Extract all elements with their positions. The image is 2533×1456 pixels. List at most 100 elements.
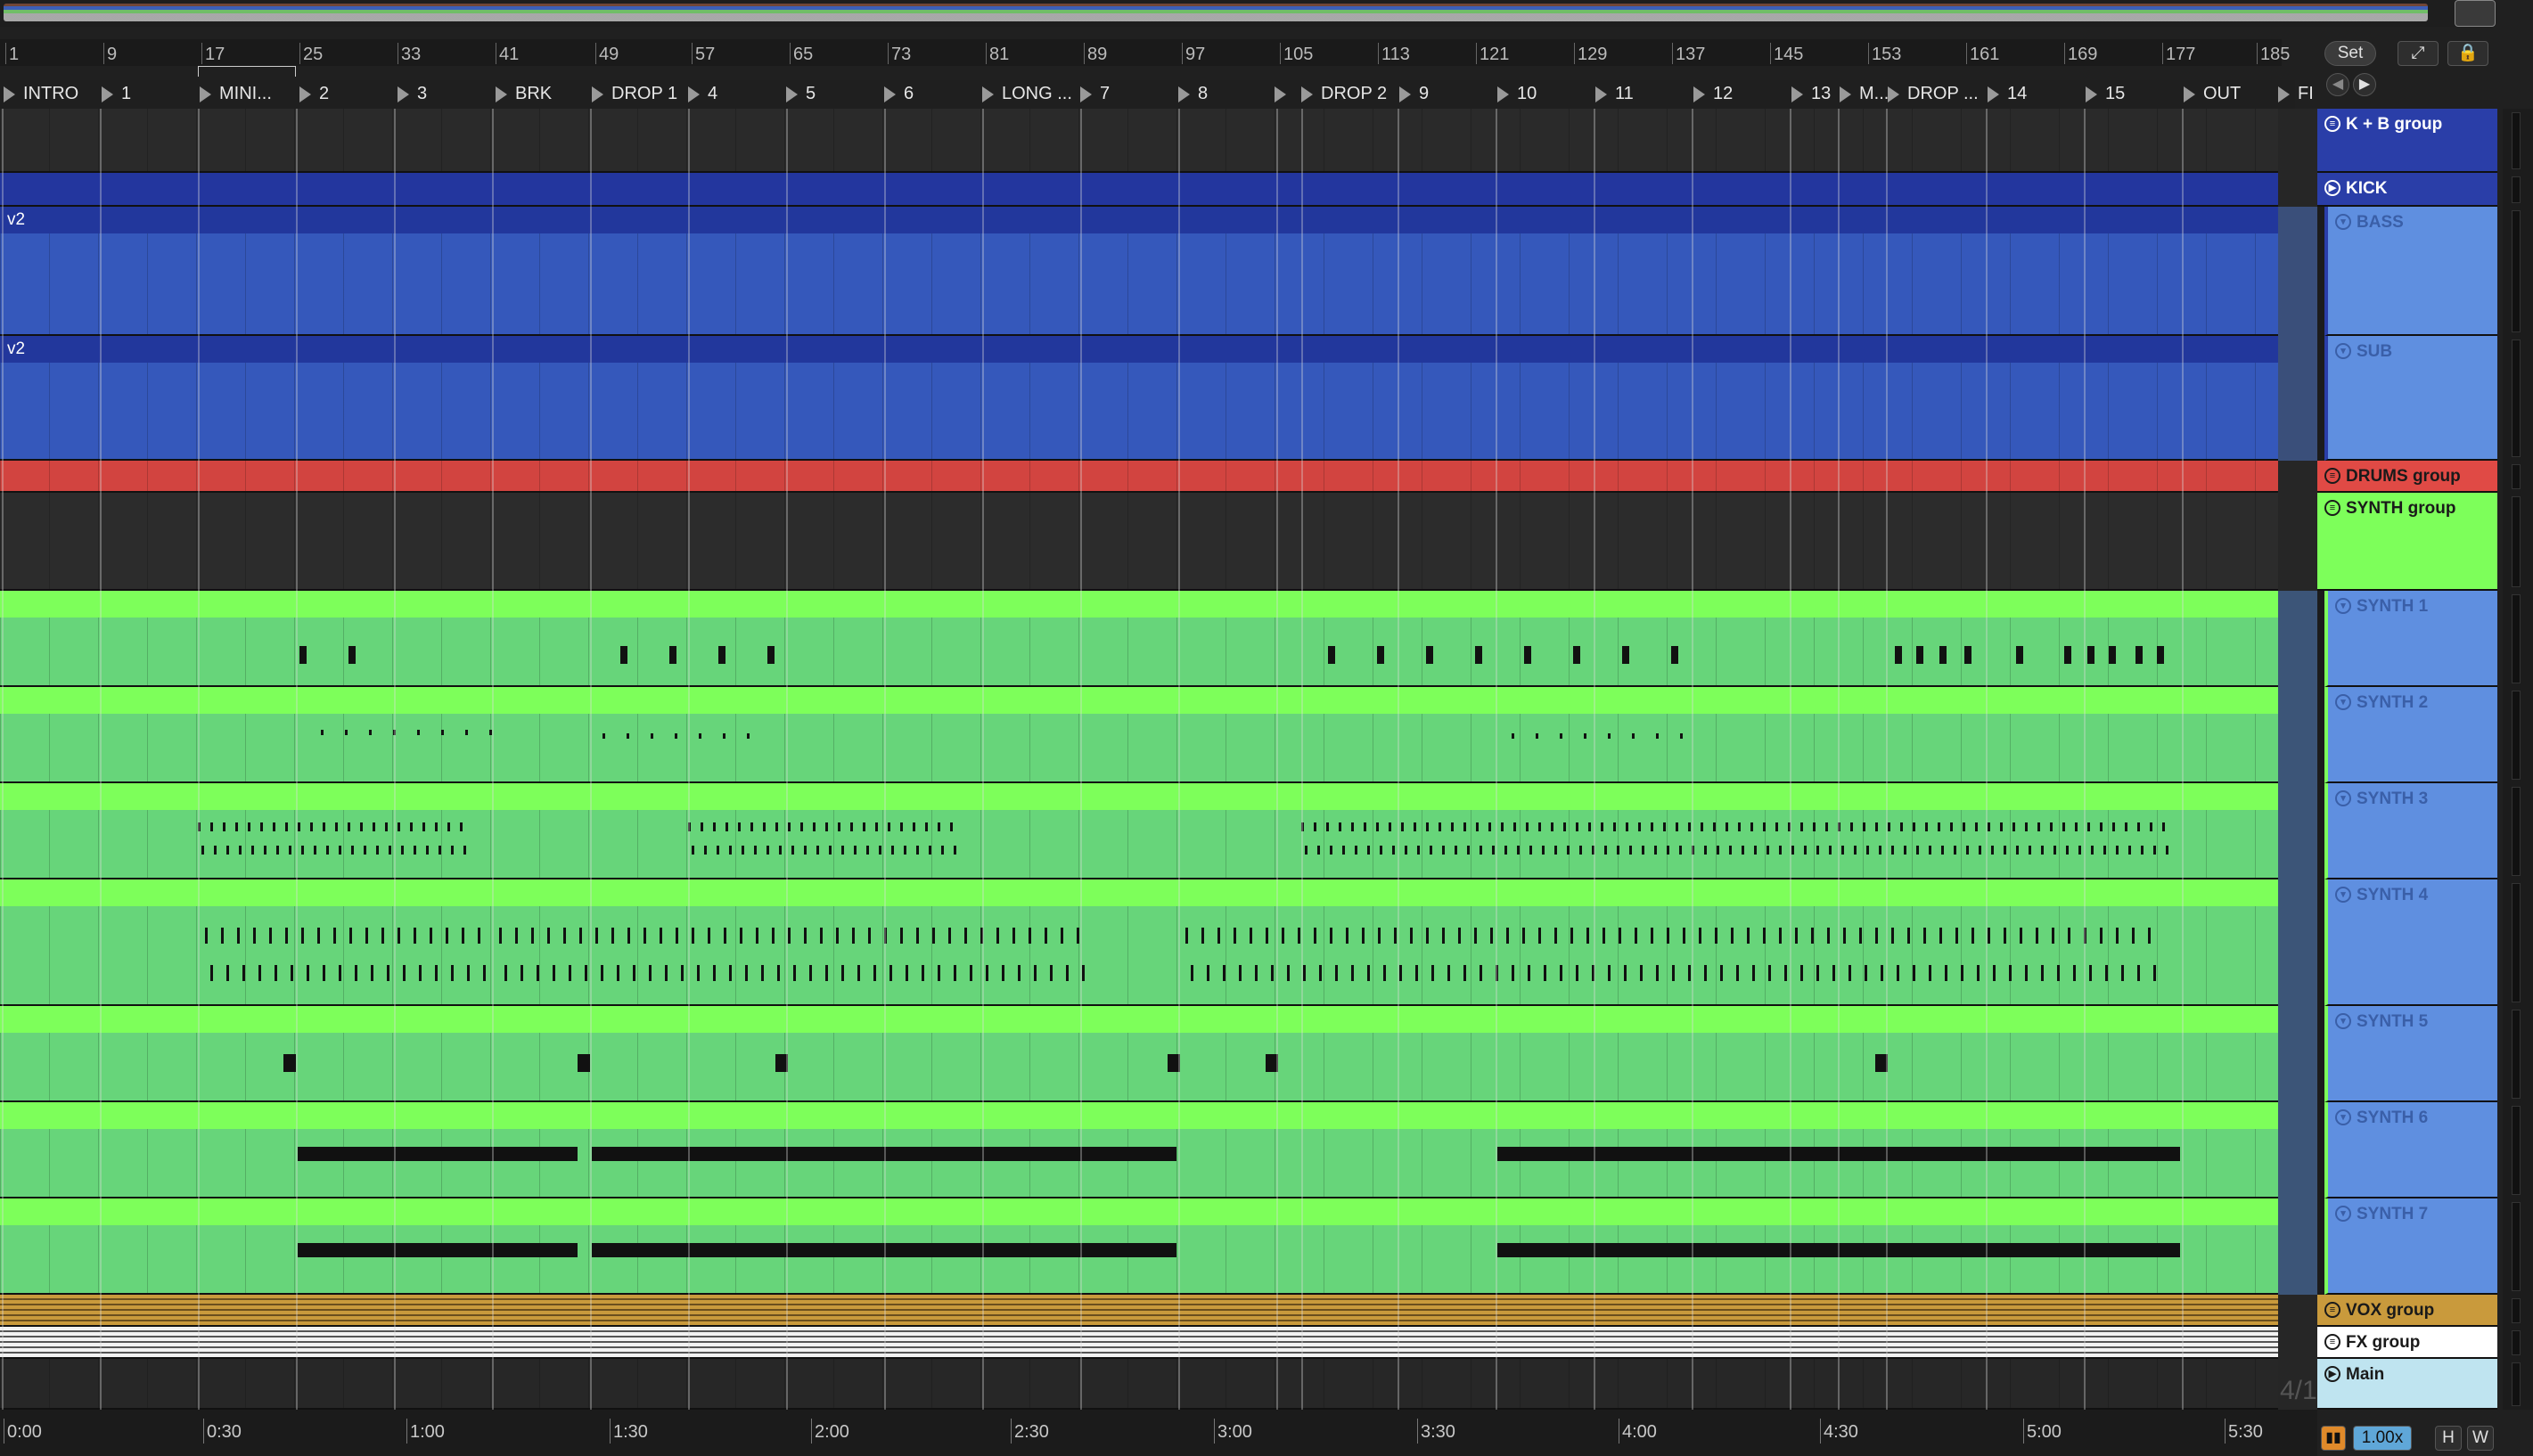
expand-icon[interactable]: ⤢ [2398,41,2439,66]
locator[interactable]: 10 [1497,84,1537,104]
lane-drums-group[interactable] [0,461,2278,493]
midi-note [1367,965,1370,981]
locator[interactable]: LONG ... [982,84,1072,104]
previous-locator-button[interactable]: ◀ [2326,73,2349,96]
track-header-synth-4[interactable]: ▾ SYNTH 4 [2324,879,2497,1006]
fold-chevron-icon[interactable]: ▾ [2335,790,2351,806]
locator[interactable]: DROP ... [1888,84,1979,104]
group-fold-icon[interactable]: ≡ [2324,468,2340,484]
midi-note [403,965,406,981]
track-header-synth-1[interactable]: ▾ SYNTH 1 [2324,591,2497,687]
track-header-synth-7[interactable]: ▾ SYNTH 7 [2324,1198,2497,1295]
track-header-drums-group[interactable]: ≡ DRUMS group [2317,461,2497,493]
locator[interactable]: M... [1840,84,1889,104]
bar-ruler[interactable]: 1 9 17 25 33 41 49 57 65 73 81 89 97 105… [0,39,2290,77]
locator[interactable]: 6 [884,84,914,104]
locator[interactable]: 7 [1080,84,1110,104]
lane-synth-group[interactable] [0,493,2278,591]
group-fold-icon[interactable]: ≡ [2324,116,2340,132]
play-circle-icon[interactable]: ▶ [2324,180,2340,196]
lane-synth-2[interactable] [0,687,2278,783]
track-header-sub[interactable]: ▾ SUB [2324,336,2497,461]
track-header-kick[interactable]: ▶ KICK [2317,173,2497,207]
lane-fx-group[interactable] [0,1327,2278,1359]
play-circle-icon[interactable]: ▶ [2324,1366,2340,1382]
midi-note [841,965,844,981]
midi-note [1528,965,1530,981]
track-header-synth-group[interactable]: ≡ SYNTH group [2317,493,2497,591]
arrangement-view[interactable]: v2 v2 [0,109,2278,1410]
locator[interactable]: 15 [2086,84,2125,104]
fold-chevron-icon[interactable]: ▾ [2335,694,2351,710]
track-header-vox-group[interactable]: ≡ VOX group [2317,1295,2497,1327]
lane-sub[interactable]: v2 [0,336,2278,665]
bar-number: 121 [1475,43,1510,64]
lane-synth-5[interactable] [0,1006,2278,1102]
group-fold-icon[interactable]: ≡ [2324,1302,2340,1318]
lane-kb-group[interactable] [0,109,2278,173]
locator[interactable]: INTRO [4,84,78,104]
midi-note [1401,822,1404,831]
lane-kick[interactable] [0,173,2278,207]
lock-icon[interactable]: 🔒 [2447,41,2488,66]
group-fold-icon[interactable]: ≡ [2324,500,2340,516]
fold-chevron-icon[interactable]: ▾ [2335,214,2351,230]
track-header-bass[interactable]: ▾ BASS [2324,207,2497,336]
track-header-main[interactable]: ▶ Main [2317,1359,2497,1410]
lane-bass[interactable]: v2 [0,207,2278,423]
arrangement-overview[interactable] [0,0,2496,27]
locator[interactable]: OUT [2184,84,2241,104]
track-headers[interactable]: ≡ K + B group ▶ KICK ▾ BASS ▾ SUB ≡ DRUMS group ≡ S… [2317,109,2497,1410]
overview-scroll-thumb[interactable] [2455,0,2496,27]
fold-chevron-icon[interactable]: ▾ [2335,598,2351,614]
locator[interactable]: 14 [1988,84,2027,104]
next-locator-button[interactable]: ▶ [2353,73,2376,96]
track-header-fx-group[interactable]: ≡ FX group [2317,1327,2497,1359]
group-fold-icon[interactable]: ≡ [2324,1334,2340,1350]
fold-chevron-icon[interactable]: ▾ [2335,1109,2351,1125]
fold-chevron-icon[interactable]: ▾ [2335,1013,2351,1029]
locator[interactable]: 1 [102,84,131,104]
loop-brace[interactable] [198,66,296,77]
locator[interactable]: 4 [688,84,717,104]
locator[interactable]: FI [2278,84,2314,104]
locator[interactable]: MINI... [200,84,272,104]
lane-vox-group[interactable] [0,1295,2278,1327]
midi-arrangement-overdub-icon[interactable]: ▮▮ [2321,1426,2346,1451]
midi-note [398,822,400,831]
fold-chevron-icon[interactable]: ▾ [2335,343,2351,359]
locator[interactable]: 3 [398,84,427,104]
lane-synth-1[interactable] [0,591,2278,687]
time-ruler[interactable]: 0:00 0:30 1:00 1:30 2:00 2:30 3:00 3:30 … [0,1410,2317,1456]
track-header-synth-5[interactable]: ▾ SYNTH 5 [2324,1006,2497,1102]
midi-note [2103,846,2106,855]
track-header-synth-3[interactable]: ▾ SYNTH 3 [2324,783,2497,879]
locator[interactable]: 5 [786,84,816,104]
locator[interactable]: 11 [1595,84,1634,104]
lane-synth-7[interactable] [0,1198,2278,1295]
midi-note [275,965,277,981]
locator[interactable]: 2 [299,84,329,104]
locator[interactable]: 8 [1178,84,1208,104]
width-toggle-button[interactable]: W [2467,1426,2494,1451]
locator[interactable]: 9 [1399,84,1429,104]
locator[interactable]: DROP 1 [592,84,677,104]
fold-chevron-icon[interactable]: ▾ [2335,887,2351,903]
lane-synth-3[interactable] [0,783,2278,879]
lane-synth-4[interactable] [0,879,2278,1006]
time-signature[interactable]: 4/1 [2280,1376,2317,1406]
locator[interactable]: DROP 2 [1301,84,1387,104]
locator[interactable]: BRK [496,84,552,104]
height-toggle-button[interactable]: H [2435,1426,2462,1451]
set-button[interactable]: Set [2324,41,2376,66]
lane-synth-6[interactable] [0,1102,2278,1198]
fold-chevron-icon[interactable]: ▾ [2335,1206,2351,1222]
zoom-level[interactable]: 1.00x [2353,1426,2412,1451]
locator-lane[interactable]: INTRO 1 MINI... 2 3 BRK DROP 1 4 5 6 LON… [0,80,2314,109]
track-header-k-b-group[interactable]: ≡ K + B group [2317,109,2497,173]
locator[interactable]: 12 [1693,84,1733,104]
locator[interactable]: 13 [1791,84,1831,104]
track-header-synth-6[interactable]: ▾ SYNTH 6 [2324,1102,2497,1198]
lane-main[interactable] [0,1359,2278,1410]
track-header-synth-2[interactable]: ▾ SYNTH 2 [2324,687,2497,783]
